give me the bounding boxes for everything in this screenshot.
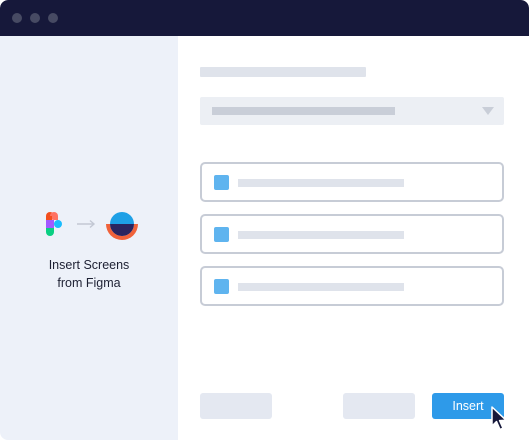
list-item-label-placeholder (238, 283, 404, 291)
title-bar (0, 0, 529, 36)
figma-logo-icon (46, 212, 62, 236)
heading-placeholder (200, 67, 366, 77)
select-value-placeholder (212, 107, 395, 115)
checkbox[interactable] (214, 175, 229, 190)
list-item[interactable] (200, 214, 504, 254)
caption-line-1: Insert Screens (48, 258, 130, 272)
mouse-pointer-icon (491, 406, 507, 431)
integration-logos (46, 212, 138, 240)
checkbox[interactable] (214, 279, 229, 294)
checkbox[interactable] (214, 227, 229, 242)
cancel-button[interactable] (343, 393, 415, 419)
window-minimize-dot[interactable] (30, 13, 40, 23)
arrow-right-icon (77, 219, 96, 229)
secondary-button[interactable] (200, 393, 272, 419)
select-dropdown[interactable] (200, 97, 504, 125)
window-zoom-dot[interactable] (48, 13, 58, 23)
list-item[interactable] (200, 266, 504, 306)
target-app-logo-icon (106, 212, 138, 240)
caret-down-icon (482, 107, 494, 115)
app-window: Insert Screens from Figma Insert (0, 0, 529, 440)
list-item[interactable] (200, 162, 504, 202)
window-close-dot[interactable] (12, 13, 22, 23)
list-item-label-placeholder (238, 231, 404, 239)
list-item-label-placeholder (238, 179, 404, 187)
caption-line-2: from Figma (57, 276, 121, 290)
sidebar-caption: Insert Screens from Figma (0, 256, 178, 292)
